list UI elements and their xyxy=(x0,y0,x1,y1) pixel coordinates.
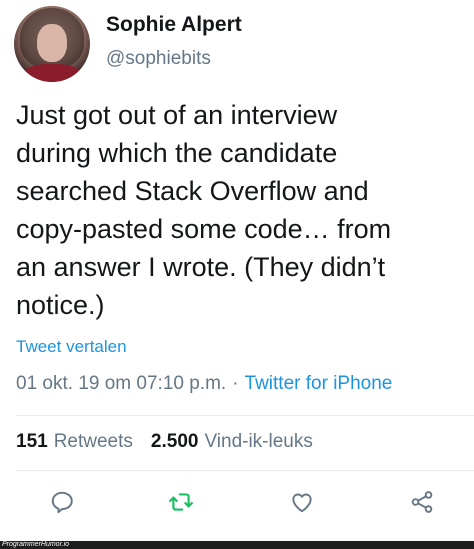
likes-label: Vind-ik-leuks xyxy=(204,431,313,452)
like-icon xyxy=(292,493,312,513)
reply-button[interactable] xyxy=(46,486,78,518)
avatar[interactable] xyxy=(14,6,90,82)
source-link[interactable]: Twitter for iPhone xyxy=(245,373,393,394)
meta-separator: · xyxy=(232,373,239,394)
retweets-stat[interactable]: 151 Retweets xyxy=(16,431,133,453)
action-bar xyxy=(0,486,474,526)
divider xyxy=(16,415,474,416)
share-button[interactable] xyxy=(406,486,438,518)
retweets-label: Retweets xyxy=(53,431,133,452)
share-icon xyxy=(411,491,433,513)
like-button[interactable] xyxy=(286,486,318,518)
watermark: ProgrammerHumor.io xyxy=(2,541,70,548)
translate-tweet-link[interactable]: Tweet vertalen xyxy=(16,337,127,357)
likes-stat[interactable]: 2.500 Vind-ik-leuks xyxy=(151,431,313,453)
tweet-text: Just got out of an interview during whic… xyxy=(16,100,392,320)
handle[interactable]: @sophiebits xyxy=(106,45,242,73)
footer-bar: ProgrammerHumor.io xyxy=(0,541,474,549)
tweet-header: Sophie Alpert @sophiebits xyxy=(14,6,242,82)
retweets-count: 151 xyxy=(16,431,48,452)
likes-count: 2.500 xyxy=(150,431,199,452)
tweet-stats: 151 Retweets 2.500 Vind-ik-leuks xyxy=(16,431,313,453)
author-info: Sophie Alpert @sophiebits xyxy=(106,11,242,73)
reply-icon xyxy=(51,491,73,514)
tweet-meta: 01 okt. 19 om 07:10 p.m. · Twitter for iPh… xyxy=(16,373,392,395)
retweet-icon xyxy=(169,493,193,511)
display-name[interactable]: Sophie Alpert xyxy=(106,11,242,39)
retweet-button[interactable] xyxy=(165,486,197,518)
divider xyxy=(16,470,474,471)
timestamp[interactable]: 01 okt. 19 om 07:10 p.m. xyxy=(16,373,226,394)
